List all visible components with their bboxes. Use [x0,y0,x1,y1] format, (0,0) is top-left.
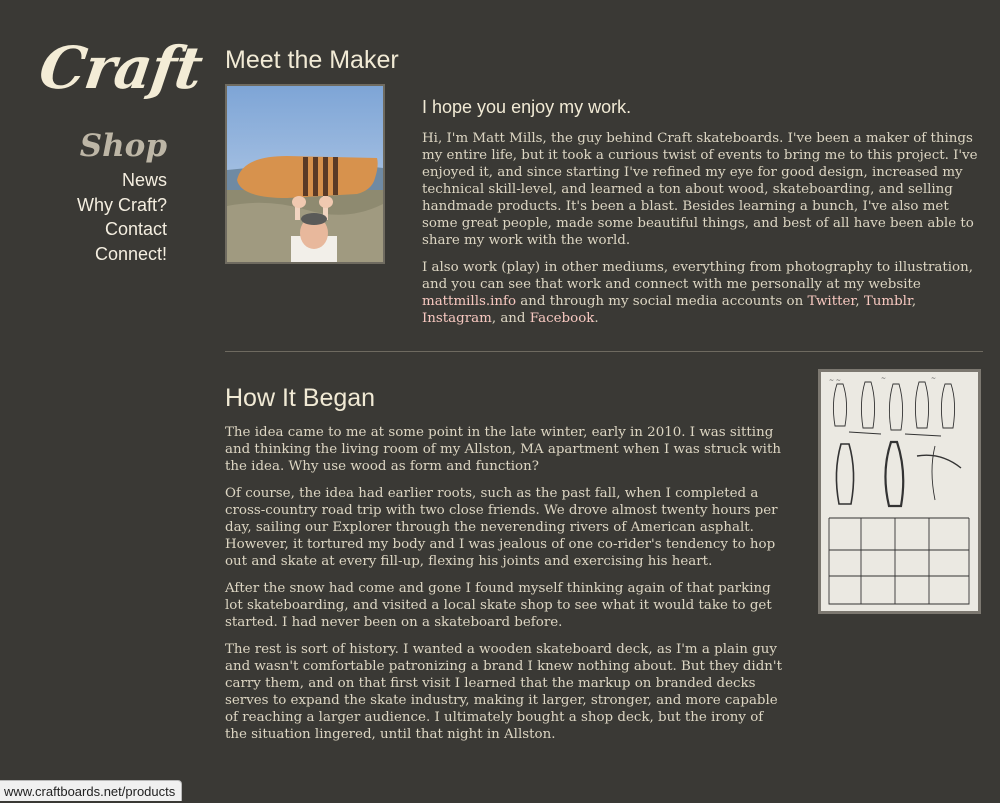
nav-contact-link[interactable]: Contact [77,217,167,242]
sketch-drawing: ~ ~ ~ ~ [828,375,970,605]
svg-text:~ ~: ~ ~ [829,377,841,384]
facebook-link[interactable]: Facebook [530,311,595,326]
instagram-link[interactable]: Instagram [422,311,492,326]
meet-maker-heading: Meet the Maker [225,46,399,74]
separator-2: , [911,294,917,309]
began-paragraph-2: Of course, the idea had earlier roots, s… [225,486,778,569]
maker-paragraph-1: Hi, I'm Matt Mills, the guy behind Craft… [422,131,978,248]
began-paragraph-1: The idea came to me at some point in the… [225,425,781,474]
maker-body: Hi, I'm Matt Mills, the guy behind Craft… [422,130,982,337]
maker-paragraph-2-mid: and through my social media accounts on [516,294,808,309]
mattmills-link[interactable]: mattmills.info [422,294,516,309]
site-logo[interactable]: Craft [35,34,206,102]
began-body: The idea came to me at some point in the… [225,424,785,753]
maker-photo-image [227,86,383,262]
maker-paragraph-2-end: . [594,311,599,326]
nav-shop-link[interactable]: Shop [77,128,167,164]
svg-text:~: ~ [931,375,936,382]
main-nav: Shop News Why Craft? Contact Connect! [77,128,167,266]
design-sketch-image: ~ ~ ~ ~ [818,369,981,614]
maker-photo [225,84,385,264]
began-paragraph-4: The rest is sort of history. I wanted a … [225,642,782,742]
svg-text:~: ~ [881,375,886,382]
separator-3: , and [491,311,530,326]
tumblr-link[interactable]: Tumblr [864,294,912,309]
twitter-link[interactable]: Twitter [808,294,856,309]
section-divider [225,351,983,352]
nav-why-craft-link[interactable]: Why Craft? [77,193,167,218]
how-it-began-heading: How It Began [225,384,376,412]
maker-paragraph-2: I also work (play) in other mediums, eve… [422,259,982,327]
nav-news-link[interactable]: News [77,168,167,193]
nav-connect-link[interactable]: Connect! [77,242,167,267]
status-bar-url: www.craftboards.net/products [0,780,183,801]
began-paragraph-3: After the snow had come and gone I found… [225,581,772,630]
maker-paragraph-2-start: I also work (play) in other mediums, eve… [422,260,973,292]
separator-1: , [855,294,864,309]
maker-lede: I hope you enjoy my work. [422,97,632,117]
